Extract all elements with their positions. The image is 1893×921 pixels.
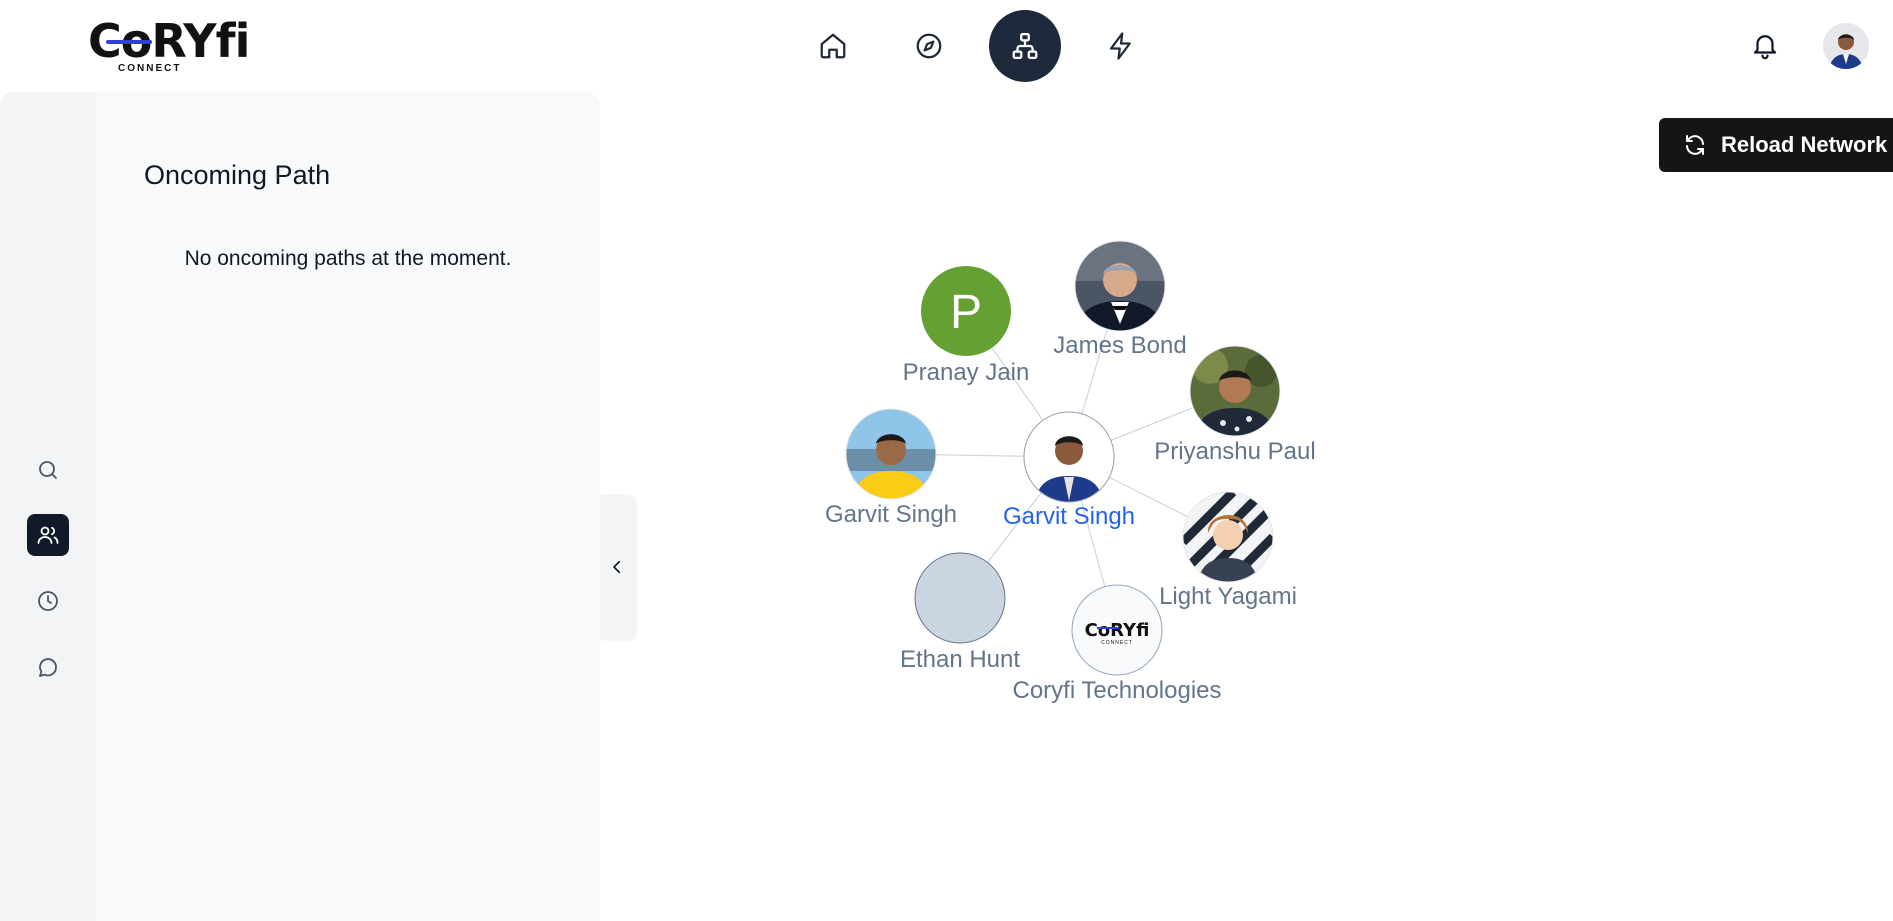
lightning-icon xyxy=(1109,32,1131,60)
node-label: Pranay Jain xyxy=(903,359,1030,386)
node-label: Coryfi Technologies xyxy=(1012,677,1221,704)
nav-network-button[interactable] xyxy=(989,10,1061,82)
bell-icon xyxy=(1753,35,1777,60)
compass-icon xyxy=(916,33,942,59)
graph-node-garvit-singh[interactable]: Garvit Singh xyxy=(825,408,957,528)
graph-node-center-user[interactable]: Garvit Singh xyxy=(1003,411,1135,530)
node-label: Garvit Singh xyxy=(1003,503,1135,530)
node-initial: P xyxy=(950,286,982,339)
empty-state-message: No oncoming paths at the moment. xyxy=(184,247,512,270)
graph-node-priyanshu-paul[interactable]: Priyanshu Paul xyxy=(1154,345,1316,465)
node-logo-text: CoRYfi xyxy=(1085,620,1150,641)
node-logo-subtext: CONNECT xyxy=(1101,640,1133,646)
nav-activity-button[interactable] xyxy=(1085,10,1157,82)
clock-icon xyxy=(38,591,58,611)
chevron-left-icon xyxy=(613,560,621,574)
graph-node-ethan-hunt[interactable]: Ethan Hunt xyxy=(900,552,1020,673)
reload-network-label: Reload Network xyxy=(1721,132,1888,157)
chat-icon xyxy=(39,658,57,677)
left-rail xyxy=(0,92,96,921)
home-icon xyxy=(820,33,846,59)
sidebar-item-search[interactable] xyxy=(27,449,69,491)
node-label: Ethan Hunt xyxy=(900,646,1020,673)
graph-node-james-bond[interactable]: James Bond xyxy=(1053,240,1187,359)
node-label: Garvit Singh xyxy=(825,501,957,528)
graph-node-pranay-jain[interactable]: P Pranay Jain xyxy=(903,266,1030,386)
network-icon xyxy=(1012,33,1038,59)
collapse-panel-button[interactable] xyxy=(600,495,634,639)
reload-network-button[interactable]: Reload Network xyxy=(1659,118,1893,172)
nav-explore-button[interactable] xyxy=(893,10,965,82)
node-logo-bar xyxy=(1097,627,1119,629)
refresh-icon xyxy=(1686,135,1704,155)
sidebar-item-messages[interactable] xyxy=(27,647,69,689)
logo-accent-bar xyxy=(106,40,152,44)
avatar-photo xyxy=(1823,23,1869,69)
panel-title: Oncoming Path xyxy=(144,160,331,190)
logo[interactable]: CoRYfi CONNECT xyxy=(88,18,250,76)
top-bar: CoRYfi CONNECT xyxy=(0,0,1893,92)
search-icon xyxy=(39,461,57,479)
notification-button[interactable] xyxy=(1750,30,1780,60)
node-label: James Bond xyxy=(1053,332,1186,359)
sidebar-item-history[interactable] xyxy=(27,580,69,622)
nav-home-button[interactable] xyxy=(797,10,869,82)
graph-node-light-yagami[interactable]: Light Yagami xyxy=(1159,491,1297,610)
logo-subtext: CONNECT xyxy=(118,63,182,74)
user-avatar[interactable] xyxy=(1823,23,1869,69)
node-avatar xyxy=(914,552,1006,644)
oncoming-path-panel: Oncoming Path No oncoming paths at the m… xyxy=(96,92,600,921)
node-label: Priyanshu Paul xyxy=(1154,438,1315,465)
sidebar-item-connections[interactable] xyxy=(27,514,69,556)
node-label: Light Yagami xyxy=(1159,583,1297,610)
users-icon xyxy=(37,526,59,544)
